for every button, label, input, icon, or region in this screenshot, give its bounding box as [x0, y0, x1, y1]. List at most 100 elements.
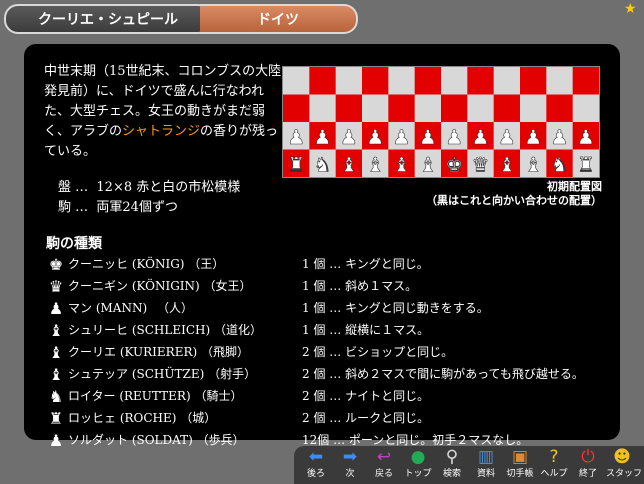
toolbar-label: 検索	[442, 469, 461, 479]
intro-text: 中世末期（15世紀末、コロンブスの大陸発見前）に、ドイツで盛んに行なわれた、大型…	[44, 62, 284, 162]
books-icon: ▥	[477, 447, 495, 467]
board-pawn-piece: ♟	[419, 125, 437, 149]
piece-icon: ♝	[48, 321, 64, 340]
board-pawn-piece: ♟	[287, 125, 305, 149]
toolbar-label: トップ	[404, 469, 432, 479]
shatranj-link[interactable]: シャトランジ	[122, 124, 200, 139]
toolbar-button-power[interactable]: ⏻ 終了	[572, 446, 604, 484]
toolbar-button-forward-arrow[interactable]: ➡ 次	[334, 446, 366, 484]
board-square	[414, 94, 442, 123]
toolbar-label: 後ろ	[306, 469, 325, 479]
piece-icon: ♝	[48, 343, 64, 362]
board-pawn-piece: ♟	[314, 125, 332, 149]
board-pawn-piece: ♟	[524, 125, 542, 149]
board-back-piece: ♝	[366, 153, 384, 177]
piece-row: ♝ シュテッア (SCHÜTZE) （射手） 2 個 … 斜め２マスで間に駒があって…	[46, 363, 606, 385]
board-back-piece: ♜	[577, 153, 595, 177]
section-title: 駒の種類	[46, 236, 102, 252]
board-back-piece: ♞	[551, 153, 569, 177]
board-square	[309, 94, 337, 123]
board-square	[441, 67, 468, 95]
board-square	[520, 67, 547, 95]
board-square	[467, 94, 495, 123]
board-back-piece: ♚	[445, 153, 463, 177]
piece-list: ♚ クーニッヒ (KÖNIG) （王） 1 個 … キングと同じ。 ♛ クーニギン (K…	[46, 253, 606, 451]
toolbar-button-return[interactable]: ↩ 戻る	[368, 446, 400, 484]
board-square	[572, 67, 599, 95]
forward-arrow-icon: ➡	[342, 447, 358, 467]
star-icon: ★	[624, 1, 637, 17]
board-square	[572, 94, 599, 123]
globe-icon: ●	[410, 447, 426, 467]
piece-description: 1 個 … 斜め１マス。	[302, 279, 418, 293]
toolbar-button-staff[interactable]: ☻ スタッフ	[606, 446, 643, 484]
piece-icon: ♛	[48, 277, 64, 296]
piece-icon: ♜	[48, 409, 64, 428]
toolbar-label: 次	[345, 469, 355, 479]
board-back-piece: ♛	[472, 153, 490, 177]
piece-icon: ♟	[48, 431, 64, 450]
toolbar-label: 終了	[578, 469, 597, 479]
toolbar-label: 戻る	[374, 469, 393, 479]
board-back-piece: ♝	[419, 153, 437, 177]
piece-row: ♜ ロッヒェ (ROCHE) （城） 2 個 … ルークと同じ。	[46, 407, 606, 429]
toolbar: ⬅ 後ろ ➡ 次 ↩ 戻る ● トップ ⚲ 検索 ▥ 資料 ▣ 切手帳? ヘルプ ⏻ 終了 ☻ スタッフ	[294, 446, 644, 484]
power-icon: ⏻	[581, 447, 595, 467]
board-back-piece: ♞	[314, 153, 332, 177]
piece-row: ♝ シュリーヒ (SCHLEICH) （道化） 1 個 … 縦横に１マス。	[46, 319, 606, 341]
piece-description: 2 個 … 斜め２マスで間に駒があっても飛び越せる。	[302, 367, 584, 381]
piece-name: クーニッヒ (KÖNIG) （王）	[68, 257, 225, 271]
back-arrow-icon: ⬅	[308, 447, 324, 467]
board-pawn-piece: ♟	[498, 125, 516, 149]
stamp-icon: ▣	[511, 447, 529, 467]
piece-name: ロッヒェ (ROCHE) （城）	[68, 411, 217, 425]
board-square	[520, 94, 547, 123]
toolbar-button-books[interactable]: ▥ 資料	[470, 446, 502, 484]
toolbar-label: スタッフ	[606, 469, 643, 479]
board-back-piece: ♝	[340, 153, 358, 177]
piece-row: ♞ ロイター (REUTTER) （騎士） 2 個 … ナイトと同じ。	[46, 385, 606, 407]
spec-pieces: 駒 … 両軍24個ずつ	[58, 200, 178, 215]
piece-description: 1 個 … キングと同じ。	[302, 257, 429, 271]
toolbar-button-globe[interactable]: ● トップ	[402, 446, 434, 484]
board-pawn-piece: ♟	[445, 125, 463, 149]
piece-name: ソルダット (SOLDAT) （歩兵）	[68, 433, 245, 447]
board-pawn-piece: ♟	[366, 125, 384, 149]
toolbar-button-help[interactable]: ? ヘルプ	[538, 446, 570, 484]
board-square	[414, 67, 442, 95]
piece-icon: ♟	[48, 299, 64, 318]
toolbar-label: 切手帳	[506, 469, 534, 479]
piece-name: クーリエ (KURIERER) （飛脚）	[68, 345, 250, 359]
toolbar-button-back-arrow[interactable]: ⬅ 後ろ	[300, 446, 332, 484]
tab-country[interactable]: ドイツ	[200, 4, 358, 34]
board-pawn-piece: ♟	[393, 125, 411, 149]
board-pawn-piece: ♟	[472, 125, 490, 149]
piece-icon: ♚	[48, 255, 64, 274]
toolbar-button-stamp[interactable]: ▣ 切手帳	[504, 446, 536, 484]
board-back-piece: ♝	[524, 153, 542, 177]
board-caption: 初期配置図 （黒はこれと向かい合わせの配置）	[426, 180, 602, 208]
board-square	[362, 67, 389, 95]
piece-description: 2 個 … ルークと同じ。	[302, 411, 430, 425]
piece-name: マン (MANN) （人）	[68, 301, 193, 315]
board-square	[546, 67, 574, 95]
magnifier-icon: ⚲	[445, 447, 459, 467]
board-square	[362, 94, 389, 123]
toolbar-button-magnifier[interactable]: ⚲ 検索	[436, 446, 468, 484]
board-back-piece: ♝	[393, 153, 411, 177]
help-icon: ?	[549, 447, 559, 467]
tab-game-name[interactable]: クーリエ・シュピール	[4, 4, 212, 34]
tab-bar: クーリエ・シュピール ドイツ	[4, 4, 628, 34]
board-square	[388, 94, 416, 123]
board-pawn-piece: ♟	[551, 125, 569, 149]
piece-description: 1 個 … 縦横に１マス。	[302, 323, 430, 337]
specs: 盤 … 12×8 赤と白の市松模様 駒 … 両軍24個ずつ	[58, 178, 240, 218]
board-back-piece: ♜	[287, 153, 305, 177]
caption-note: （黒はこれと向かい合わせの配置）	[426, 194, 602, 207]
piece-row: ♛ クーニギン (KÖNIGIN) （女王） 1 個 … 斜め１マス。	[46, 275, 606, 297]
piece-description: 1 個 … キングと同じ動きをする。	[302, 301, 489, 315]
board-square	[493, 94, 521, 123]
piece-name: シュリーヒ (SCHLEICH) （道化）	[68, 323, 262, 337]
board-square	[493, 67, 521, 95]
board-square	[283, 67, 310, 95]
